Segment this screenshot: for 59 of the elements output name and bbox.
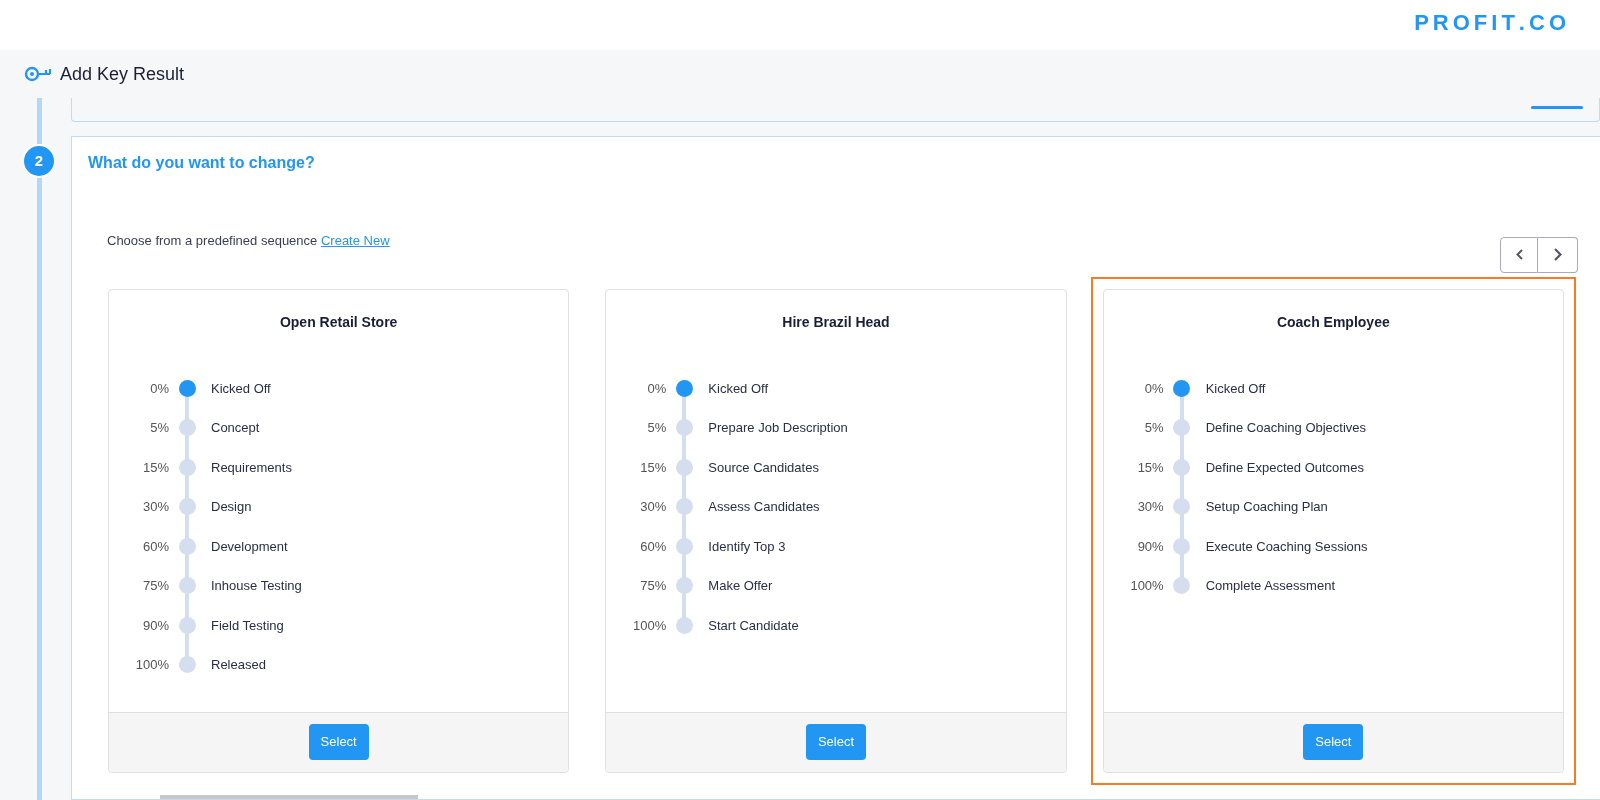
step-percent: 75% <box>141 577 169 595</box>
step-label: Make Offer <box>708 577 773 595</box>
chevron-left-icon <box>1515 249 1523 260</box>
card-title: Hire Brazil Head <box>781 312 891 332</box>
step-percent: 60% <box>639 537 667 556</box>
step-label: Field Testing <box>211 616 284 635</box>
step-label: Identify Top 3 <box>708 537 786 556</box>
step-percent: 5% <box>149 419 169 437</box>
next-button[interactable] <box>1538 236 1578 273</box>
step-label: Start Candidate <box>708 616 799 635</box>
step-percent: 0% <box>1143 379 1164 398</box>
step-label: Setup Coaching Plan <box>1205 498 1328 516</box>
step-percent: 90% <box>1136 537 1164 556</box>
step-label: Define Expected Outcomes <box>1205 458 1364 477</box>
step-label: Execute Coaching Sessions <box>1205 537 1368 556</box>
step-percent: 100% <box>1129 577 1164 595</box>
step-label: Requirements <box>211 458 292 477</box>
step-percent: 100% <box>632 616 667 635</box>
card-title: Open Retail Store <box>278 312 399 332</box>
step-label: Design <box>211 498 252 516</box>
step-percent: 5% <box>1143 419 1164 437</box>
step-percent: 30% <box>141 498 169 516</box>
step-label: Inhouse Testing <box>211 577 302 595</box>
previous-button[interactable] <box>1500 236 1538 273</box>
step-label: Concept <box>211 419 260 437</box>
step-label: Kicked Off <box>708 379 769 398</box>
step-label: Prepare Job Description <box>708 419 848 437</box>
step-percent: 30% <box>1136 498 1164 516</box>
step-percent: 5% <box>646 419 667 437</box>
step-label: Source Candidates <box>708 458 819 477</box>
page-title: Add Key Result <box>60 62 185 86</box>
step-percent: 15% <box>141 458 169 477</box>
create-new-link[interactable]: Create New <box>320 233 390 248</box>
card-title: Coach Employee <box>1275 312 1391 332</box>
select-button[interactable]: Select <box>1303 724 1364 760</box>
select-button[interactable]: Select <box>805 724 867 760</box>
step-percent: 60% <box>141 537 169 556</box>
step-percent: 100% <box>134 656 169 674</box>
step-percent: 30% <box>639 498 667 516</box>
step-label: Assess Candidates <box>708 498 820 516</box>
select-button[interactable]: Select <box>308 724 369 760</box>
step-label: Kicked Off <box>211 379 271 398</box>
step-title: What do you want to change? <box>88 153 315 173</box>
step-number: 2 <box>22 144 56 178</box>
intro-text: Choose from a predefined sequence Create New <box>107 232 390 250</box>
chevron-right-icon <box>1553 248 1562 261</box>
step-percent: 75% <box>639 577 667 595</box>
step-percent: 90% <box>141 616 169 635</box>
step-percent: 15% <box>1136 458 1164 477</box>
step-label: Complete Assessment <box>1205 577 1335 595</box>
step-label: Kicked Off <box>1205 379 1266 398</box>
scrollbar[interactable] <box>160 795 418 799</box>
step-label: Released <box>211 656 266 674</box>
step-label: Define Coaching Objectives <box>1205 419 1367 437</box>
key-icon <box>24 66 52 82</box>
step-percent: 0% <box>646 379 667 398</box>
step-label: Development <box>211 537 288 556</box>
step-percent: 0% <box>149 379 169 398</box>
step-percent: 15% <box>639 458 667 477</box>
